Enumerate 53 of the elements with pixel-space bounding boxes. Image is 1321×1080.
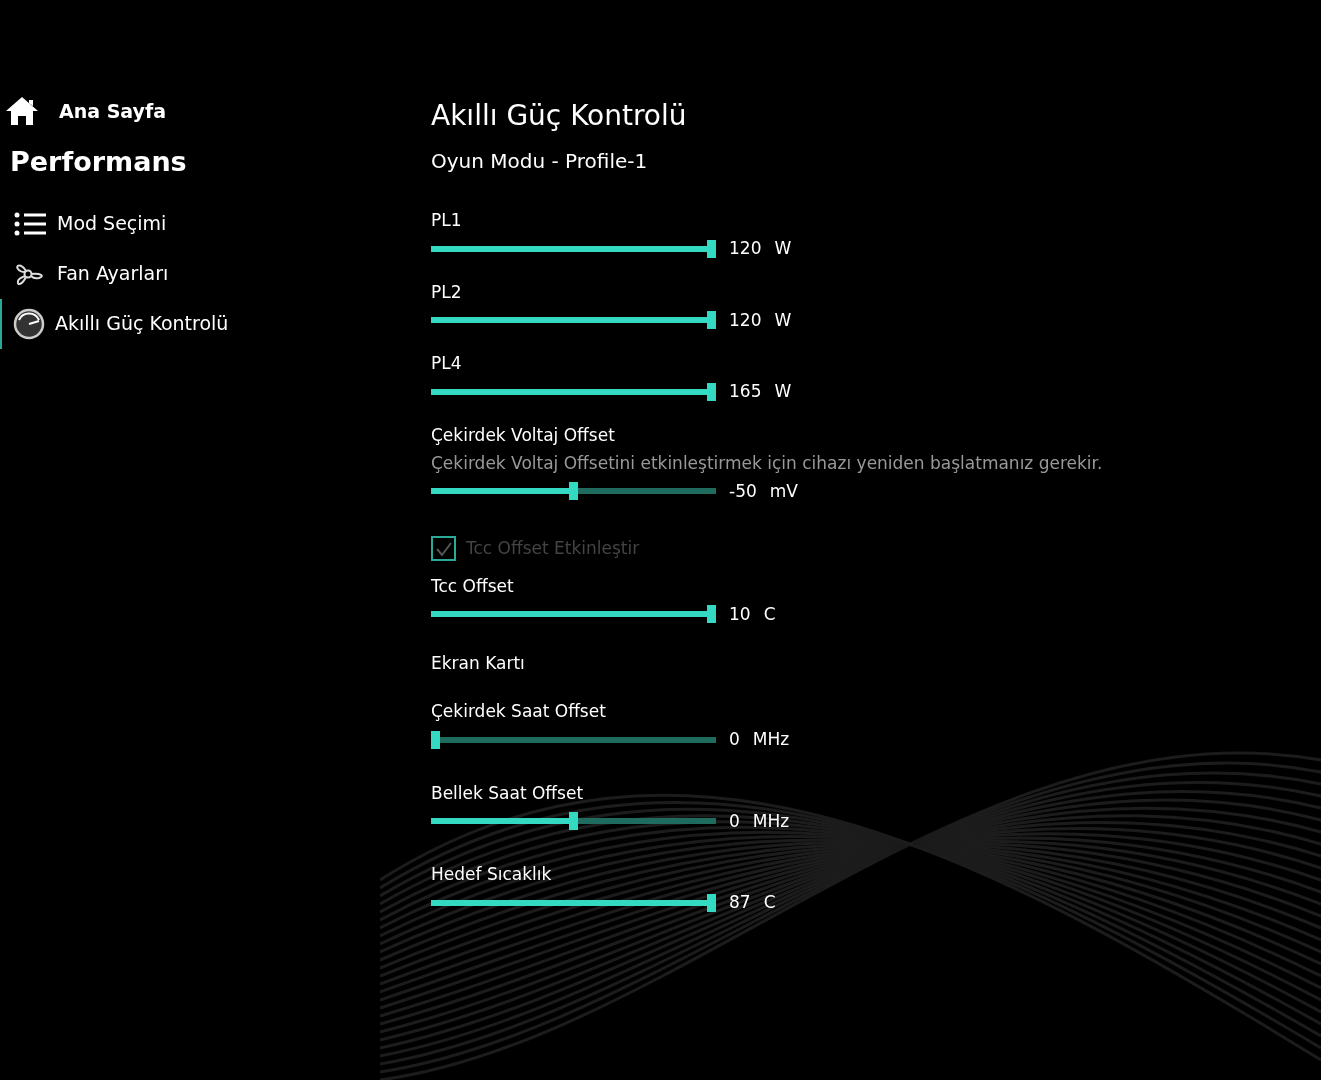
- nav-item[interactable]: Fan Ayarları: [0, 248, 431, 299]
- slider-label: Bellek Saat Offset: [431, 781, 585, 805]
- slider-unit: C: [763, 602, 776, 626]
- slider-thumb[interactable]: [707, 239, 716, 258]
- slider-value: 0: [729, 809, 740, 833]
- slider-unit: W: [774, 237, 792, 260]
- profile-subtitle: Oyun Modu - Profile-1: [431, 148, 649, 175]
- slider-thumb[interactable]: [569, 812, 578, 831]
- slider-unit: W: [774, 380, 792, 403]
- slider-track[interactable]: [431, 311, 716, 330]
- slider-unit: MHz: [752, 809, 790, 833]
- checkbox-label: Tcc Offset Etkinleştir: [466, 537, 640, 560]
- slider-thumb[interactable]: [707, 893, 716, 912]
- slider-track[interactable]: [431, 730, 716, 749]
- list-icon: [13, 211, 47, 236]
- slider-unit: MHz: [752, 728, 790, 751]
- nav-item[interactable]: Akıllı Güç Kontrolü: [0, 298, 431, 349]
- slider-value: 87: [729, 891, 751, 914]
- slider-thumb[interactable]: [431, 730, 440, 749]
- slider-track[interactable]: [431, 812, 716, 831]
- slider-track[interactable]: [431, 893, 716, 912]
- slider-value: 120: [729, 237, 762, 260]
- slider-label: PL2: [431, 280, 463, 304]
- section-title: Performans: [9, 145, 188, 179]
- slider-label: Hedef Sıcaklık: [431, 863, 553, 886]
- slider-track[interactable]: [431, 382, 716, 401]
- slider-track[interactable]: [431, 482, 716, 501]
- nav-item[interactable]: Mod Seçimi: [0, 198, 431, 249]
- slider-value: 120: [729, 308, 762, 332]
- slider-thumb[interactable]: [707, 605, 716, 624]
- gauge-icon: [13, 307, 45, 340]
- page-title: Akıllı Güç Kontrolü: [431, 98, 688, 134]
- hint-text: Çekirdek Voltaj Offsetini etkinleştirmek için cihazı yeniden başlatmanız gerekir.: [431, 451, 1103, 475]
- slider-label: Tcc Offset: [431, 574, 515, 598]
- slider-value: 0: [729, 728, 740, 751]
- slider-unit: C: [763, 891, 776, 914]
- slider-unit: W: [774, 308, 792, 332]
- home-link[interactable]: Ana Sayfa: [59, 96, 167, 126]
- slider-track[interactable]: [431, 605, 716, 624]
- slider-track[interactable]: [431, 239, 716, 258]
- slider-thumb[interactable]: [707, 311, 716, 330]
- slider-thumb[interactable]: [707, 382, 716, 401]
- home-icon[interactable]: [5, 96, 39, 126]
- slider-value: 10: [729, 602, 751, 626]
- slider-label: PL1: [431, 209, 463, 232]
- slider-value: 165: [729, 380, 762, 403]
- slider-label: Çekirdek Saat Offset: [431, 700, 607, 723]
- slider-thumb[interactable]: [569, 482, 578, 501]
- section-heading: Ekran Kartı: [431, 652, 526, 675]
- slider-label: Çekirdek Voltaj Offset: [431, 423, 616, 447]
- slider-label: PL4: [431, 352, 463, 375]
- slider-value: -50: [729, 479, 757, 503]
- slider-unit: mV: [769, 479, 798, 503]
